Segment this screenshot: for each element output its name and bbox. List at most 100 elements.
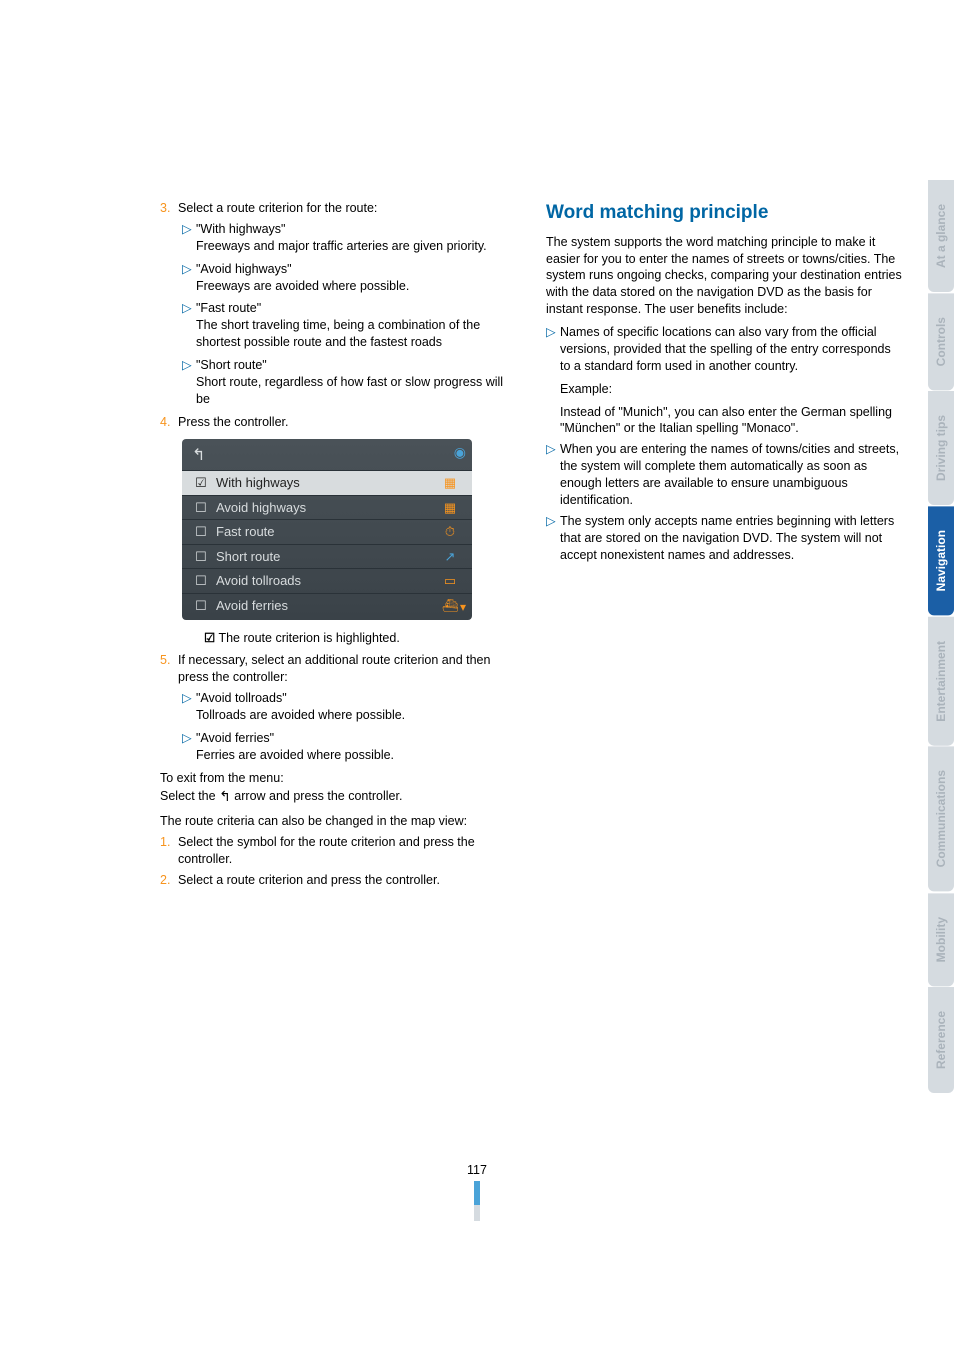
option-desc: Short route, regardless of how fast or s… [196,375,503,406]
bullet-icon: ▷ [546,324,560,437]
tab-at-a-glance[interactable]: At a glance [928,180,954,292]
exit-instruction: Select the ↰ arrow and press the control… [160,787,518,806]
step-number: 4. [160,414,178,431]
exit-text-post: arrow and press the controller. [231,788,403,802]
page-number: 117 [467,1163,487,1177]
ss-label: Avoid ferries [216,597,438,615]
step-5: 5. If necessary, select an additional ro… [160,652,518,686]
tab-driving-tips[interactable]: Driving tips [928,391,954,505]
benefit-text: When you are entering the names of towns… [560,441,904,509]
step-text: Select the symbol for the route criterio… [178,834,518,868]
option-desc: Ferries are avoided where possible. [196,748,394,762]
no-highway-icon: ▦ [438,499,462,517]
ss-row-avoid-tollroads: ☐ Avoid tollroads ▭ [182,569,472,594]
benefit-1: ▷ Names of specific locations can also v… [546,324,904,437]
tab-reference[interactable]: Reference [928,987,954,1093]
bullet-icon: ▷ [182,221,196,255]
benefit-text: The system only accepts name entries beg… [560,513,904,564]
bullet-icon: ▷ [182,357,196,408]
tab-mobility[interactable]: Mobility [928,893,954,986]
short-icon: ↗ [438,548,462,566]
substep-fast-route: ▷ "Fast route" The short traveling time,… [182,300,518,351]
bullet-icon: ▷ [546,441,560,509]
exit-text-pre: Select the [160,788,219,802]
unchecked-icon: ☐ [192,597,210,615]
step-text: If necessary, select an additional route… [178,652,518,686]
side-tabs: At a glance Controls Driving tips Naviga… [928,180,954,1094]
option-desc: The short traveling time, being a combin… [196,318,480,349]
highlight-note-text: The route criterion is highlighted. [215,631,400,645]
step-number: 3. [160,200,178,217]
tab-controls[interactable]: Controls [928,293,954,390]
ss-label: With highways [216,474,438,492]
substep-avoid-tollroads: ▷ "Avoid tollroads" Tollroads are avoide… [182,690,518,724]
substep-avoid-ferries: ▷ "Avoid ferries" Ferries are avoided wh… [182,730,518,764]
checked-icon: ☑ [192,474,210,492]
ss-row-with-highways: ☑ With highways ▦ [182,471,472,496]
nav-icon: ◉ [454,443,466,462]
ferry-icon: ⛴ [438,597,462,615]
mapview-step-1: 1. Select the symbol for the route crite… [160,834,518,868]
tab-communications[interactable]: Communications [928,746,954,891]
mapview-step-2: 2. Select a route criterion and press th… [160,872,518,889]
bullet-icon: ▷ [182,690,196,724]
option-desc: Freeways and major traffic arteries are … [196,239,487,253]
clock-icon: ⏱ [438,523,462,541]
bullet-icon: ▷ [182,730,196,764]
step-number: 2. [160,872,178,889]
step-3: 3. Select a route criterion for the rout… [160,200,518,217]
ss-row-fast-route: ☐ Fast route ⏱ [182,520,472,545]
bullet-icon: ▷ [182,261,196,295]
option-label: "With highways" [196,222,285,236]
unchecked-icon: ☐ [192,548,210,566]
page-number-afterbar [474,1205,480,1221]
benefit-2: ▷ When you are entering the names of tow… [546,441,904,509]
tab-navigation[interactable]: Navigation [928,506,954,615]
bullet-icon: ▷ [182,300,196,351]
step-number: 1. [160,834,178,868]
step-text: Press the controller. [178,414,518,431]
ss-row-avoid-ferries: ☐ Avoid ferries ⛴ [182,594,472,618]
option-label: "Avoid highways" [196,262,292,276]
section-heading: Word matching principle [546,200,904,226]
step-text: Select a route criterion and press the c… [178,872,518,889]
option-label: "Avoid tollroads" [196,691,287,705]
option-desc: Tollroads are avoided where possible. [196,708,405,722]
option-label: "Avoid ferries" [196,731,274,745]
substep-avoid-highways: ▷ "Avoid highways" Freeways are avoided … [182,261,518,295]
ss-row-avoid-highways: ☐ Avoid highways ▦ [182,496,472,521]
ss-label: Avoid tollroads [216,572,438,590]
exit-heading: To exit from the menu: [160,770,518,787]
page-number-bar [474,1181,480,1205]
section-intro: The system supports the word matching pr… [546,234,904,318]
back-arrow-icon: ↰ [219,787,231,806]
example-label: Example: [560,381,904,398]
unchecked-icon: ☐ [192,523,210,541]
ss-label: Fast route [216,523,438,541]
substep-short-route: ▷ "Short route" Short route, regardless … [182,357,518,408]
option-label: "Short route" [196,358,267,372]
highway-icon: ▦ [438,474,462,492]
back-icon: ↰ [192,445,205,467]
ss-row-short-route: ☐ Short route ↗ [182,545,472,570]
bullet-icon: ▷ [546,513,560,564]
option-desc: Freeways are avoided where possible. [196,279,409,293]
substep-with-highways: ▷ "With highways" Freeways and major tra… [182,221,518,255]
step-4: 4. Press the controller. [160,414,518,431]
tab-entertainment[interactable]: Entertainment [928,617,954,746]
ss-label: Avoid highways [216,499,438,517]
scroll-icon: ▾ [460,599,466,615]
ss-label: Short route [216,548,438,566]
unchecked-icon: ☐ [192,572,210,590]
check-icon: ☑ [204,631,215,645]
option-label: "Fast route" [196,301,261,315]
benefit-text: Names of specific locations can also var… [560,325,891,373]
toll-icon: ▭ [438,572,462,590]
step-text: Select a route criterion for the route: [178,200,518,217]
route-criteria-screenshot: ↰ ◉ ☑ With highways ▦ ☐ Avoid highways ▦… [182,439,472,620]
unchecked-icon: ☐ [192,499,210,517]
mapview-intro: The route criteria can also be changed i… [160,813,518,830]
example-text: Instead of "Munich", you can also enter … [560,404,904,438]
benefit-3: ▷ The system only accepts name entries b… [546,513,904,564]
highlight-note: ☑ The route criterion is highlighted. [204,630,518,647]
